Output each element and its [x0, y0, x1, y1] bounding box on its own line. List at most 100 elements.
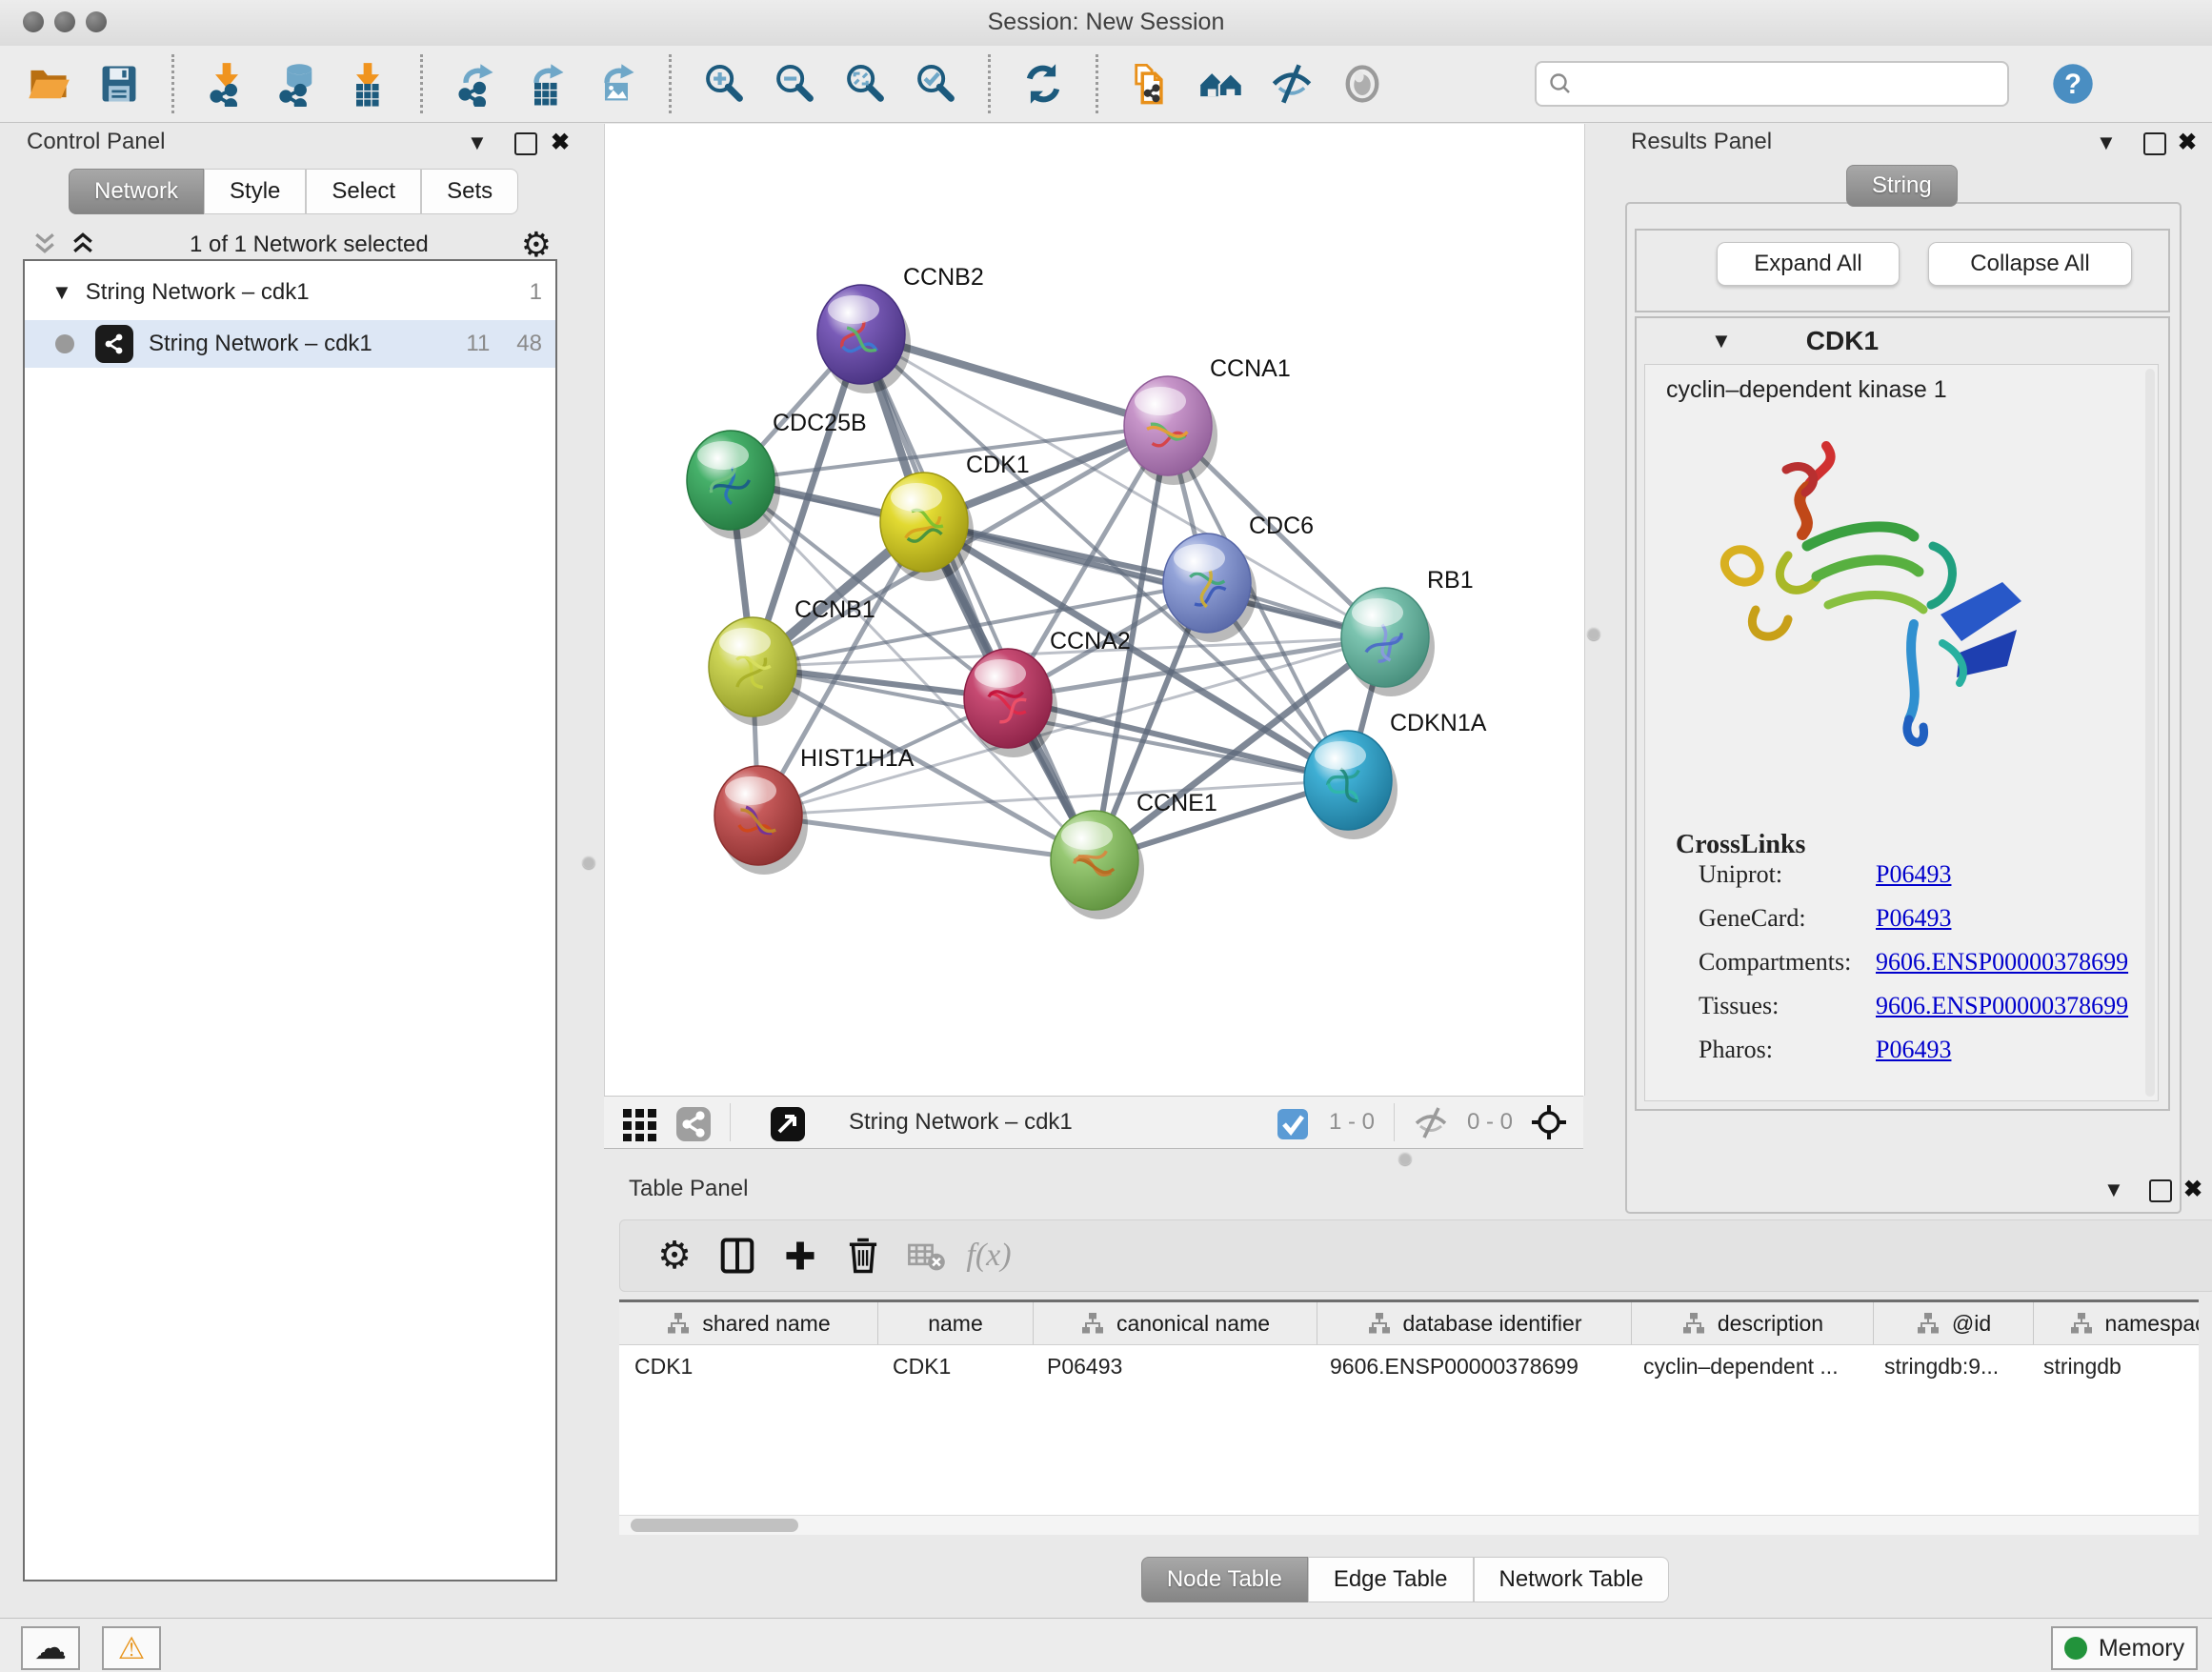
collapse-all-networks-icon[interactable] — [30, 229, 59, 262]
results-panel-float-icon[interactable]: ▼ — [2096, 131, 2117, 155]
control-panel-title: Control Panel — [27, 129, 165, 154]
save-session-button[interactable] — [84, 53, 154, 114]
search-input[interactable] — [1573, 70, 1958, 98]
network-edge-CDK1-RB1[interactable] — [924, 522, 1385, 637]
two-houses-button[interactable] — [1186, 53, 1257, 114]
tab-select[interactable]: Select — [306, 169, 421, 214]
export-network-button[interactable] — [440, 53, 511, 114]
node-label-CCNB2: CCNB2 — [903, 264, 984, 291]
export-image-button[interactable] — [581, 53, 652, 114]
column-header-id[interactable]: @id — [1874, 1302, 2034, 1344]
crosslink-value-link[interactable]: P06493 — [1876, 1036, 1951, 1064]
tab-style[interactable]: Style — [204, 169, 306, 214]
table-cell[interactable]: cyclin–dependent ... — [1628, 1345, 1869, 1387]
delete-column-icon[interactable] — [832, 1229, 895, 1282]
crosslink-value-link[interactable]: 9606.ENSP00000378699 — [1876, 948, 2128, 977]
selected-checkbox-icon[interactable] — [1274, 1103, 1312, 1141]
import-network-from-file-button[interactable] — [191, 53, 262, 114]
show-columns-icon[interactable] — [706, 1229, 769, 1282]
table-panel-float-icon[interactable]: ▼ — [2103, 1178, 2124, 1202]
results-scrollbar[interactable] — [2145, 369, 2155, 1097]
network-node-CCNB2[interactable]: CCNB2 — [817, 264, 984, 393]
hide-graphics-details-button[interactable] — [1257, 53, 1327, 114]
tab-string[interactable]: String — [1846, 165, 1958, 207]
export-table-button[interactable] — [511, 53, 581, 114]
left-splitter-handle[interactable] — [582, 856, 595, 869]
table-row[interactable]: CDK1CDK1P064939606.ENSP00000378699cyclin… — [619, 1345, 2199, 1387]
network-node-RB1[interactable]: RB1 — [1341, 567, 1474, 696]
column-header-name[interactable]: name — [878, 1302, 1034, 1344]
table-options-gear-icon[interactable]: ⚙ — [643, 1229, 706, 1282]
network-row-selected[interactable]: String Network – cdk1 11 48 — [25, 320, 555, 368]
expand-all-networks-icon[interactable] — [69, 229, 97, 262]
column-header-databaseidentifier[interactable]: database identifier — [1317, 1302, 1632, 1344]
table-cell[interactable]: CDK1 — [877, 1345, 1032, 1387]
network-edge-HIST1H1A-CCNE1[interactable] — [758, 816, 1095, 860]
crosslink-value-link[interactable]: P06493 — [1876, 904, 1951, 933]
memory-button[interactable]: Memory — [2051, 1626, 2198, 1670]
cloud-button[interactable]: ☁ — [21, 1626, 80, 1670]
table-panel-maximize-icon[interactable] — [2149, 1179, 2172, 1202]
birdseye-view-button[interactable] — [1327, 53, 1398, 114]
bottom-splitter-handle[interactable] — [1398, 1152, 1412, 1165]
column-header-canonicalname[interactable]: canonical name — [1034, 1302, 1317, 1344]
zoom-selected-button[interactable] — [900, 53, 971, 114]
table-cell[interactable]: 9606.ENSP00000378699 — [1315, 1345, 1628, 1387]
results-panel-close-icon[interactable]: ✖ — [2178, 129, 2197, 156]
control-panel-close-icon[interactable]: ✖ — [551, 130, 570, 155]
add-column-icon[interactable] — [769, 1229, 832, 1282]
network-view-canvas[interactable]: CCNB2CCNA1CDC25BCDK1CDC6RB1CCNB1CCNA2CDK… — [604, 124, 1585, 1096]
tab-sets[interactable]: Sets — [421, 169, 518, 214]
collection-expander-icon[interactable]: ▼ — [51, 280, 72, 305]
refresh-button[interactable] — [1008, 53, 1078, 114]
import-network-from-database-button[interactable] — [262, 53, 332, 114]
tab-edge-table[interactable]: Edge Table — [1308, 1557, 1474, 1602]
zoom-out-button[interactable] — [759, 53, 830, 114]
network-node-CCNA1[interactable]: CCNA1 — [1124, 355, 1291, 485]
clone-network-button[interactable] — [1116, 53, 1186, 114]
network-node-CDC25B[interactable]: CDC25B — [687, 410, 867, 539]
table-cell[interactable]: CDK1 — [619, 1345, 877, 1387]
tab-node-table[interactable]: Node Table — [1141, 1557, 1308, 1602]
warnings-button[interactable]: ⚠ — [102, 1626, 161, 1670]
grid-view-icon[interactable] — [621, 1103, 659, 1141]
table-cell[interactable]: P06493 — [1032, 1345, 1315, 1387]
network-node-CCNE1[interactable]: CCNE1 — [1051, 790, 1217, 919]
gene-expander-icon[interactable]: ▼ — [1711, 329, 1732, 353]
right-splitter-handle[interactable] — [1587, 627, 1600, 640]
crosslink-value-link[interactable]: 9606.ENSP00000378699 — [1876, 992, 2128, 1020]
table-panel-close-icon[interactable]: ✖ — [2183, 1176, 2202, 1203]
help-button[interactable]: ? — [2038, 53, 2108, 114]
results-panel-maximize-icon[interactable] — [2143, 132, 2166, 155]
crosslink-value-link[interactable]: P06493 — [1876, 860, 1951, 889]
control-panel-float-icon[interactable]: ▼ — [467, 131, 488, 154]
table-cell[interactable]: stringdb — [2028, 1345, 2199, 1387]
network-node-HIST1H1A[interactable]: HIST1H1A — [714, 745, 915, 875]
network-collection-row[interactable]: ▼ String Network – cdk1 1 — [25, 269, 555, 316]
column-header-description[interactable]: description — [1632, 1302, 1874, 1344]
zoom-fit-button[interactable] — [830, 53, 900, 114]
search-field[interactable] — [1535, 61, 2009, 107]
network-node-CDKN1A[interactable]: CDKN1A — [1304, 710, 1487, 839]
string-style-icon[interactable] — [674, 1103, 713, 1141]
import-table-from-file-button[interactable] — [332, 53, 403, 114]
table-cell[interactable]: stringdb:9... — [1869, 1345, 2028, 1387]
string-network-icon — [95, 325, 133, 363]
column-header-namespace[interactable]: namespace — [2034, 1302, 2199, 1344]
tab-network[interactable]: Network — [69, 169, 204, 214]
node-label-CDC6: CDC6 — [1249, 513, 1314, 539]
expand-all-button[interactable]: Expand All — [1717, 242, 1900, 286]
network-node-CDC6[interactable]: CDC6 — [1163, 513, 1314, 642]
collapse-all-button[interactable]: Collapse All — [1928, 242, 2132, 286]
column-header-sharedname[interactable]: shared name — [619, 1302, 878, 1344]
birdseye-toggle-icon[interactable] — [1530, 1103, 1568, 1141]
network-edge-CCNB2-CCNE1[interactable] — [861, 334, 1095, 860]
tab-network-table[interactable]: Network Table — [1474, 1557, 1670, 1602]
control-panel-maximize-icon[interactable] — [514, 132, 537, 155]
open-in-new-window-icon[interactable] — [769, 1103, 807, 1141]
gene-card-header[interactable]: ▼ CDK1 — [1637, 318, 2168, 364]
table-hscrollbar-thumb[interactable] — [631, 1519, 798, 1532]
zoom-in-button[interactable] — [689, 53, 759, 114]
table-hscrollbar[interactable] — [619, 1515, 2199, 1535]
open-session-button[interactable] — [13, 53, 84, 114]
